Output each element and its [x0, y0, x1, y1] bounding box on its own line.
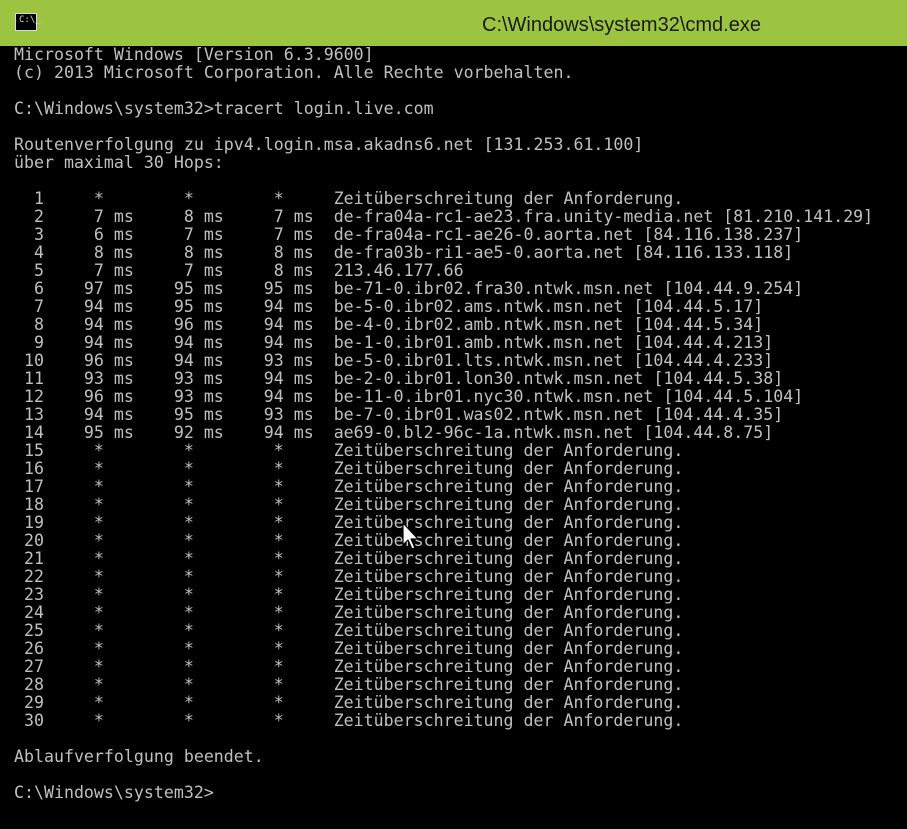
console-line: 12 96 ms 93 ms 94 ms be-11-0.ibr01.nyc30…: [14, 387, 804, 406]
console-line: 20 * * * Zeitüberschreitung der Anforder…: [14, 531, 684, 550]
console-line: 23 * * * Zeitüberschreitung der Anforder…: [14, 585, 684, 604]
console-line: 21 * * * Zeitüberschreitung der Anforder…: [14, 549, 684, 568]
console-line: Routenverfolgung zu ipv4.login.msa.akadn…: [14, 135, 644, 154]
console-line: 25 * * * Zeitüberschreitung der Anforder…: [14, 621, 684, 640]
console-line: 28 * * * Zeitüberschreitung der Anforder…: [14, 675, 684, 694]
console-line: 3 6 ms 7 ms 7 ms de-fra04a-rc1-ae26-0.ao…: [14, 225, 804, 244]
console-line: 26 * * * Zeitüberschreitung der Anforder…: [14, 639, 684, 658]
console-line: Ablaufverfolgung beendet.: [14, 747, 264, 766]
console-line: 16 * * * Zeitüberschreitung der Anforder…: [14, 459, 684, 478]
console-line: 22 * * * Zeitüberschreitung der Anforder…: [14, 567, 684, 586]
console-output[interactable]: Microsoft Windows [Version 6.3.9600] (c) …: [14, 46, 907, 829]
window-title: C:\Windows\system32\cmd.exe: [482, 14, 761, 36]
console-line: 6 97 ms 95 ms 95 ms be-71-0.ibr02.fra30.…: [14, 279, 804, 298]
console-line: 9 94 ms 94 ms 94 ms be-1-0.ibr01.amb.ntw…: [14, 333, 774, 352]
console-line: 24 * * * Zeitüberschreitung der Anforder…: [14, 603, 684, 622]
console-line: 30 * * * Zeitüberschreitung der Anforder…: [14, 711, 684, 730]
console-line: 4 8 ms 8 ms 8 ms de-fra03b-ri1-ae5-0.aor…: [14, 243, 794, 262]
console-line: C:\Windows\system32>: [14, 783, 214, 802]
console-line: 8 94 ms 96 ms 94 ms be-4-0.ibr02.amb.ntw…: [14, 315, 764, 334]
console-line: 7 94 ms 95 ms 94 ms be-5-0.ibr02.ams.ntw…: [14, 297, 764, 316]
console-line: 18 * * * Zeitüberschreitung der Anforder…: [14, 495, 684, 514]
cmd-window: C:\_ C:\Windows\system32\cmd.exe Microso…: [0, 0, 907, 829]
mouse-pointer-icon: [402, 522, 419, 550]
console-line: 1 * * * Zeitüberschreitung der Anforderu…: [14, 189, 684, 208]
console-line: über maximal 30 Hops:: [14, 153, 224, 172]
console-line: 14 95 ms 92 ms 94 ms ae69-0.bl2-96c-1a.n…: [14, 423, 774, 442]
title-bar[interactable]: C:\_ C:\Windows\system32\cmd.exe: [0, 0, 907, 46]
console-line: 15 * * * Zeitüberschreitung der Anforder…: [14, 441, 684, 460]
console-line: 27 * * * Zeitüberschreitung der Anforder…: [14, 657, 684, 676]
console-line: C:\Windows\system32>tracert login.live.c…: [14, 99, 434, 118]
console-icon-glyph: C:\_: [19, 15, 41, 25]
console-line: Microsoft Windows [Version 6.3.9600]: [14, 45, 374, 64]
console-line: 13 94 ms 95 ms 93 ms be-7-0.ibr01.was02.…: [14, 405, 784, 424]
console-line: 10 96 ms 94 ms 93 ms be-5-0.ibr01.lts.nt…: [14, 351, 774, 370]
console-line: 5 7 ms 7 ms 8 ms 213.46.177.66: [14, 261, 464, 280]
console-line: 19 * * * Zeitüberschreitung der Anforder…: [14, 513, 684, 532]
console-line: 17 * * * Zeitüberschreitung der Anforder…: [14, 477, 684, 496]
console-line: 29 * * * Zeitüberschreitung der Anforder…: [14, 693, 684, 712]
console-line: 2 7 ms 8 ms 7 ms de-fra04a-rc1-ae23.fra.…: [14, 207, 874, 226]
console-line: 11 93 ms 93 ms 94 ms be-2-0.ibr01.lon30.…: [14, 369, 784, 388]
console-line: (c) 2013 Microsoft Corporation. Alle Rec…: [14, 63, 574, 82]
console-window-icon[interactable]: C:\_: [15, 13, 41, 31]
